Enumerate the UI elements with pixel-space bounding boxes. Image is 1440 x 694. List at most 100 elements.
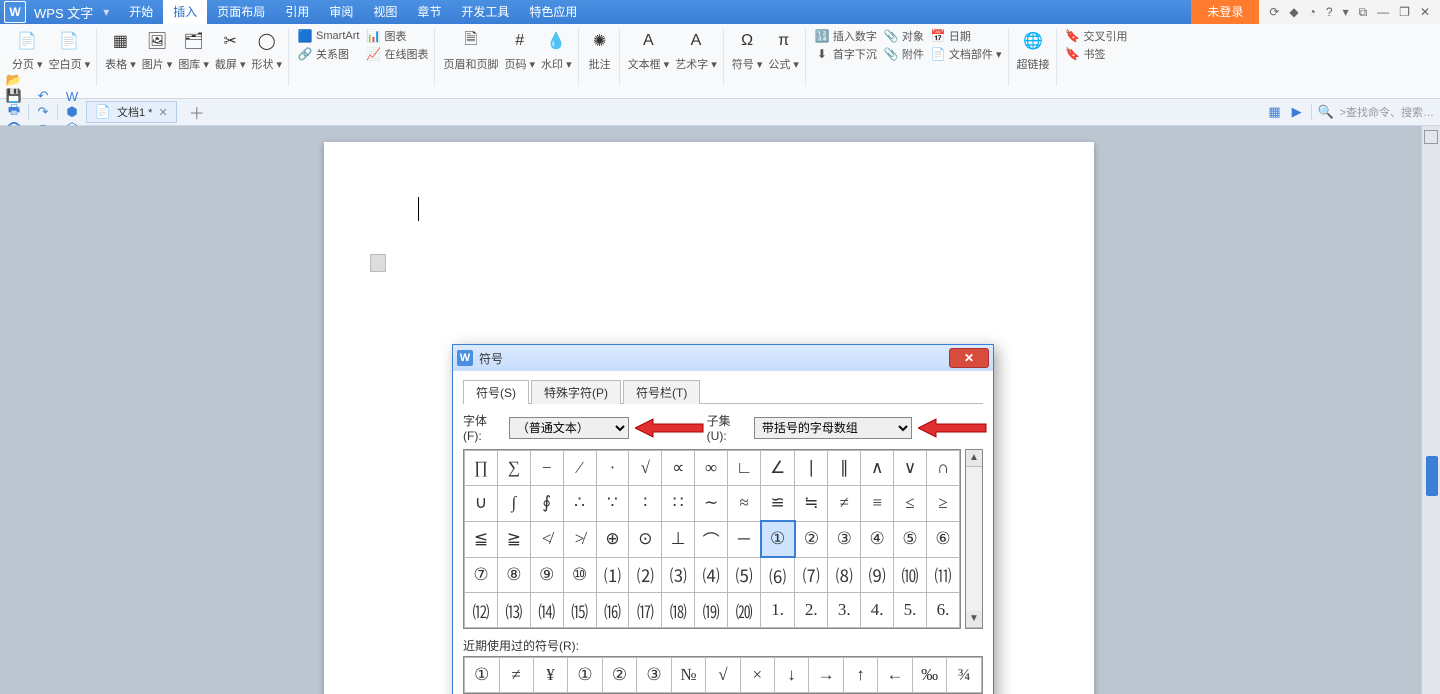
ribbon-item[interactable]: 📊图表 — [365, 28, 428, 44]
recent-symbol-cell[interactable]: ↑ — [843, 658, 877, 693]
symbol-cell[interactable]: ∶ — [629, 486, 662, 522]
recent-symbol-cell[interactable]: ① — [465, 658, 500, 693]
ribbon-item[interactable]: 🔖书签 — [1065, 46, 1128, 62]
symbol-cell[interactable]: ⑶ — [662, 557, 695, 593]
ribbon-item[interactable]: ✂截屏 ▾ — [215, 28, 246, 72]
symbol-cell[interactable]: ⑦ — [465, 557, 498, 593]
symbol-cell[interactable]: ≦ — [465, 521, 498, 557]
recent-symbol-cell[interactable]: ← — [878, 658, 913, 693]
menu-tab-引用[interactable]: 引用 — [275, 0, 319, 24]
symbol-cell[interactable]: ∟ — [728, 451, 761, 486]
recent-symbol-cell[interactable]: × — [740, 658, 774, 693]
command-search[interactable]: >查找命令、搜索… — [1340, 104, 1434, 120]
recent-symbol-cell[interactable]: √ — [706, 658, 740, 693]
symbol-cell[interactable]: ⊥ — [662, 521, 695, 557]
symbol-cell[interactable]: ⑺ — [795, 557, 828, 593]
symbol-cell[interactable]: ⑩ — [563, 557, 596, 593]
symbol-cell[interactable]: ∨ — [894, 451, 927, 486]
symbol-cell[interactable]: 3. — [828, 593, 861, 628]
quick-access-icon[interactable]: 🖶 — [6, 104, 22, 120]
recent-symbol-cell[interactable]: ① — [568, 658, 603, 693]
ribbon-item[interactable]: 📄分页 ▾ — [12, 28, 43, 72]
recent-symbol-cell[interactable]: ‰ — [912, 658, 947, 693]
symbol-cell[interactable]: ∷ — [662, 486, 695, 522]
menu-tab-特色应用[interactable]: 特色应用 — [519, 0, 587, 24]
symbol-cell[interactable]: ∼ — [695, 486, 728, 522]
symbol-cell[interactable]: ∴ — [563, 486, 596, 522]
symbol-cell[interactable]: ⑤ — [894, 521, 927, 557]
ribbon-item[interactable]: #页码 ▾ — [504, 28, 535, 72]
qa-icon[interactable]: ▶ — [1289, 104, 1305, 120]
ribbon-item[interactable]: A文本框 ▾ — [628, 28, 670, 72]
symbol-cell[interactable]: ⑸ — [728, 557, 761, 593]
window-control-icon[interactable]: ◔ — [1309, 5, 1316, 19]
symbol-cell[interactable]: ∥ — [828, 451, 861, 486]
ribbon-item[interactable]: 📄空白页 ▾ — [49, 28, 91, 72]
scroll-up-icon[interactable]: ▲ — [966, 450, 982, 467]
new-tab-button[interactable]: ＋ — [183, 100, 211, 124]
symbol-cell[interactable]: ⊕ — [596, 521, 629, 557]
symbol-cell[interactable]: 5. — [894, 593, 927, 628]
window-control-icon[interactable]: ▾ — [1343, 5, 1349, 19]
symbol-cell[interactable]: ⒃ — [596, 593, 629, 628]
ribbon-item[interactable]: ▦表格 ▾ — [105, 28, 136, 72]
symbol-cell[interactable]: ≧ — [497, 521, 530, 557]
ribbon-item[interactable]: 📅日期 — [930, 28, 1002, 44]
ribbon-item[interactable]: 🖼图片 ▾ — [142, 28, 173, 72]
recent-symbol-cell[interactable]: ↓ — [775, 658, 809, 693]
symbol-cell[interactable]: ⑻ — [828, 557, 861, 593]
ribbon-item[interactable]: 🔖交叉引用 — [1065, 28, 1128, 44]
symbol-cell[interactable]: ⑧ — [497, 557, 530, 593]
symbol-cell[interactable]: ∑ — [497, 451, 530, 486]
search-icon[interactable]: 🔍 — [1318, 104, 1334, 120]
symbol-cell[interactable]: √ — [629, 451, 662, 486]
ribbon-item[interactable]: 💧水印 ▾ — [541, 28, 572, 72]
ribbon-item[interactable]: 🔗关系图 — [297, 46, 359, 62]
symbol-cell[interactable]: ∩ — [926, 451, 959, 486]
symbol-cell[interactable]: ∣ — [795, 451, 828, 486]
ribbon-item[interactable]: ⬇首字下沉 — [814, 46, 877, 62]
symbol-cell[interactable]: ≈ — [728, 486, 761, 522]
recent-symbol-cell[interactable]: ≠ — [499, 658, 533, 693]
symbol-cell[interactable]: ⒀ — [497, 593, 530, 628]
ribbon-item[interactable]: π公式 ▾ — [768, 28, 799, 72]
menu-tab-开发工具[interactable]: 开发工具 — [451, 0, 519, 24]
symbol-cell[interactable]: ① — [761, 521, 795, 557]
symbol-cell[interactable]: ≠ — [828, 486, 861, 522]
scrollbar-thumb[interactable] — [1426, 456, 1438, 496]
sidebar-toggle-icon[interactable] — [1424, 130, 1438, 144]
symbol-cell[interactable]: ∧ — [861, 451, 894, 486]
document-tab[interactable]: 📄 文档1 * ✕ — [86, 101, 177, 123]
window-control-icon[interactable]: — — [1377, 5, 1389, 19]
window-control-icon[interactable]: ◆ — [1289, 5, 1298, 19]
ribbon-item[interactable]: 🌐超链接 — [1017, 28, 1050, 72]
symbol-cell[interactable]: ⑷ — [695, 557, 728, 593]
symbol-cell[interactable]: ≡ — [861, 486, 894, 522]
menu-tab-审阅[interactable]: 审阅 — [319, 0, 363, 24]
login-button[interactable]: 未登录 — [1191, 0, 1259, 24]
app-switch-icon[interactable]: ⬢ — [64, 104, 80, 120]
symbol-cell[interactable]: ⒇ — [728, 593, 761, 628]
symbol-cell[interactable]: ─ — [728, 521, 761, 557]
symbol-cell[interactable]: 4. — [861, 593, 894, 628]
symbol-cell[interactable]: ≌ — [761, 486, 795, 522]
symbol-cell[interactable]: ⑼ — [861, 557, 894, 593]
window-control-icon[interactable]: ? — [1326, 5, 1333, 19]
symbol-cell[interactable]: ⑵ — [629, 557, 662, 593]
ribbon-item[interactable]: Ω符号 ▾ — [732, 28, 763, 72]
undo-redo-icon[interactable]: ↶ — [35, 88, 51, 104]
symbol-cell[interactable]: ∵ — [596, 486, 629, 522]
dialog-tab[interactable]: 符号栏(T) — [623, 380, 700, 404]
ribbon-item[interactable]: 🗎页眉和页脚 — [443, 28, 498, 72]
symbol-cell[interactable]: ≤ — [894, 486, 927, 522]
window-control-icon[interactable]: ⟳ — [1269, 5, 1279, 19]
app-switch-icon[interactable]: W — [64, 88, 80, 104]
symbol-cell[interactable]: ≥ — [926, 486, 959, 522]
symbol-cell[interactable]: ∠ — [761, 451, 795, 486]
symbol-cell[interactable]: ④ — [861, 521, 894, 557]
symbol-cell[interactable]: ∫ — [497, 486, 530, 522]
app-menu-dropdown-icon[interactable]: ▾ — [103, 5, 109, 19]
ribbon-item[interactable]: ◯形状 ▾ — [251, 28, 282, 72]
ribbon-item[interactable]: 🔢插入数字 — [814, 28, 877, 44]
symbol-cell[interactable]: ∞ — [695, 451, 728, 486]
